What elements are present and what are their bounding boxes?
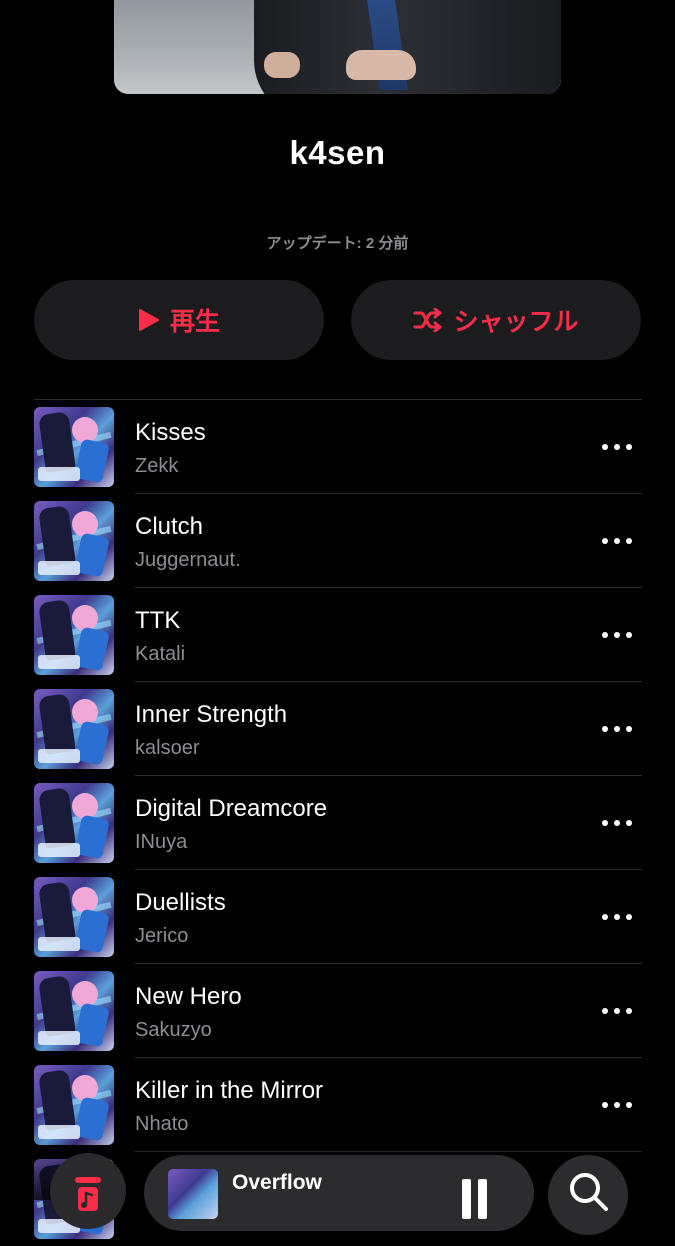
track-artist: Sakuzyo	[135, 1019, 212, 1041]
play-button[interactable]: 再生	[34, 280, 324, 360]
track-artwork	[34, 595, 114, 675]
shuffle-label: シャッフル	[453, 308, 579, 336]
more-icon[interactable]	[602, 720, 632, 738]
track-title: Clutch	[135, 513, 204, 540]
more-icon[interactable]	[602, 438, 632, 456]
playlist-cover	[114, 0, 561, 94]
more-icon[interactable]	[602, 1096, 632, 1114]
more-icon[interactable]	[602, 532, 632, 550]
track-artwork	[34, 971, 114, 1051]
more-icon[interactable]	[602, 1002, 632, 1020]
playlist-title: k4sen	[289, 134, 386, 171]
track-title: Duellists	[135, 889, 226, 916]
track-title: TTK	[135, 607, 181, 634]
track-title: Inner Strength	[135, 701, 288, 728]
track-title: Kisses	[135, 419, 206, 446]
track-row[interactable]: Killer in the Mirror Nhato	[34, 1058, 642, 1152]
play-icon	[138, 309, 159, 331]
track-row[interactable]: New Hero Sakuzyo	[34, 964, 642, 1058]
track-artist: Katali	[135, 643, 186, 665]
cover-figure-coat	[254, 0, 561, 94]
track-artwork	[34, 1065, 114, 1145]
more-icon[interactable]	[602, 814, 632, 832]
track-artwork	[34, 689, 114, 769]
track-row[interactable]: Digital Dreamcore INuya	[34, 776, 642, 870]
music-note-icon	[75, 1177, 101, 1211]
track-artwork	[34, 783, 114, 863]
track-artist: kalsoer	[135, 737, 200, 759]
mini-player-title: Overflow	[232, 1171, 322, 1194]
track-artist: Zekk	[135, 455, 179, 477]
track-row[interactable]: Duellists Jerico	[34, 870, 642, 964]
track-row[interactable]: TTK Katali	[34, 588, 642, 682]
cover-figure-hand-right	[346, 50, 416, 80]
more-icon[interactable]	[602, 908, 632, 926]
cover-figure-hand-left	[264, 52, 300, 78]
track-artist: Nhato	[135, 1113, 189, 1135]
track-row[interactable]: Kisses Zekk	[34, 400, 642, 494]
updated-label: アップデート: 2 分前	[266, 235, 409, 252]
play-label: 再生	[169, 308, 220, 336]
track-title: Killer in the Mirror	[135, 1077, 324, 1104]
track-artwork	[34, 407, 114, 487]
track-artist: INuya	[135, 831, 188, 853]
track-title: Digital Dreamcore	[135, 795, 328, 822]
track-row[interactable]: Clutch Juggernaut.	[34, 494, 642, 588]
search-icon	[570, 1173, 608, 1211]
track-artist: Jerico	[135, 925, 189, 947]
shuffle-icon	[413, 308, 442, 332]
track-artwork	[34, 501, 114, 581]
library-tab-button[interactable]	[50, 1153, 126, 1229]
mini-player-artwork	[168, 1169, 218, 1219]
search-tab-button[interactable]	[548, 1155, 628, 1235]
more-icon[interactable]	[602, 626, 632, 644]
track-artwork	[34, 877, 114, 957]
track-title: New Hero	[135, 983, 242, 1010]
shuffle-button[interactable]: シャッフル	[351, 280, 641, 360]
track-row[interactable]: Inner Strength kalsoer	[34, 682, 642, 776]
pause-icon[interactable]	[460, 1179, 490, 1219]
mini-player[interactable]: Overflow	[144, 1155, 534, 1231]
track-artist: Juggernaut.	[135, 549, 241, 571]
